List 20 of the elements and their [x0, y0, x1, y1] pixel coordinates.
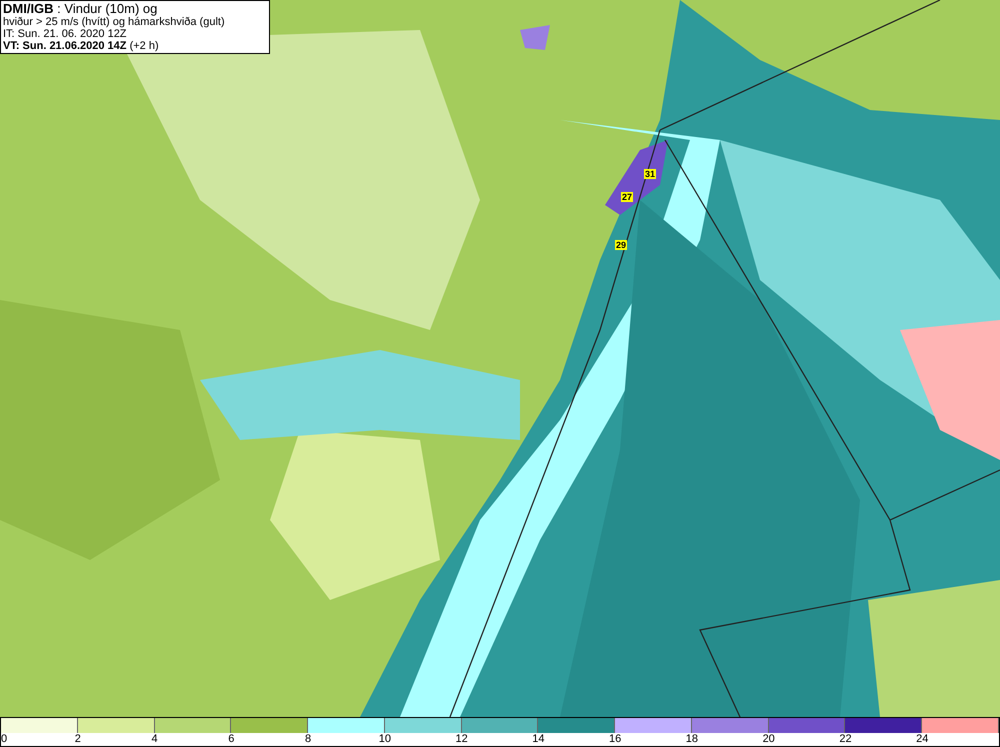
- header-line: DMI/IGB : Vindur (10m) og: [3, 2, 158, 16]
- gust-label: 27: [621, 192, 633, 202]
- legend-tick-label: 12: [455, 733, 468, 746]
- header-line: VT: Sun. 21.06.2020 14Z (+2 h): [3, 40, 160, 52]
- legend-tick-label: 0: [1, 733, 8, 746]
- legend-tick-label: 22: [839, 733, 852, 746]
- legend-tick-label: 4: [151, 733, 158, 746]
- header-line: hviður > 25 m/s (hvítt) og hámarkshviða (gult): [3, 16, 226, 28]
- legend-tick-label: 14: [532, 733, 544, 746]
- legend-tick-label: 24: [916, 733, 928, 746]
- legend-tick-label: 10: [378, 733, 391, 746]
- header-line: IT: Sun. 21. 06. 2020 12Z: [3, 28, 128, 40]
- legend-tick-label: 16: [609, 733, 622, 746]
- legend-tick-label: 18: [686, 733, 698, 746]
- gust-label: 29: [615, 240, 627, 250]
- gust-label: 31: [644, 169, 656, 180]
- legend-tick-label: 2: [74, 733, 81, 746]
- legend-tick-label: 8: [305, 733, 312, 746]
- legend-tick-label: 20: [762, 733, 775, 746]
- legend-tick-label: 6: [228, 733, 234, 746]
